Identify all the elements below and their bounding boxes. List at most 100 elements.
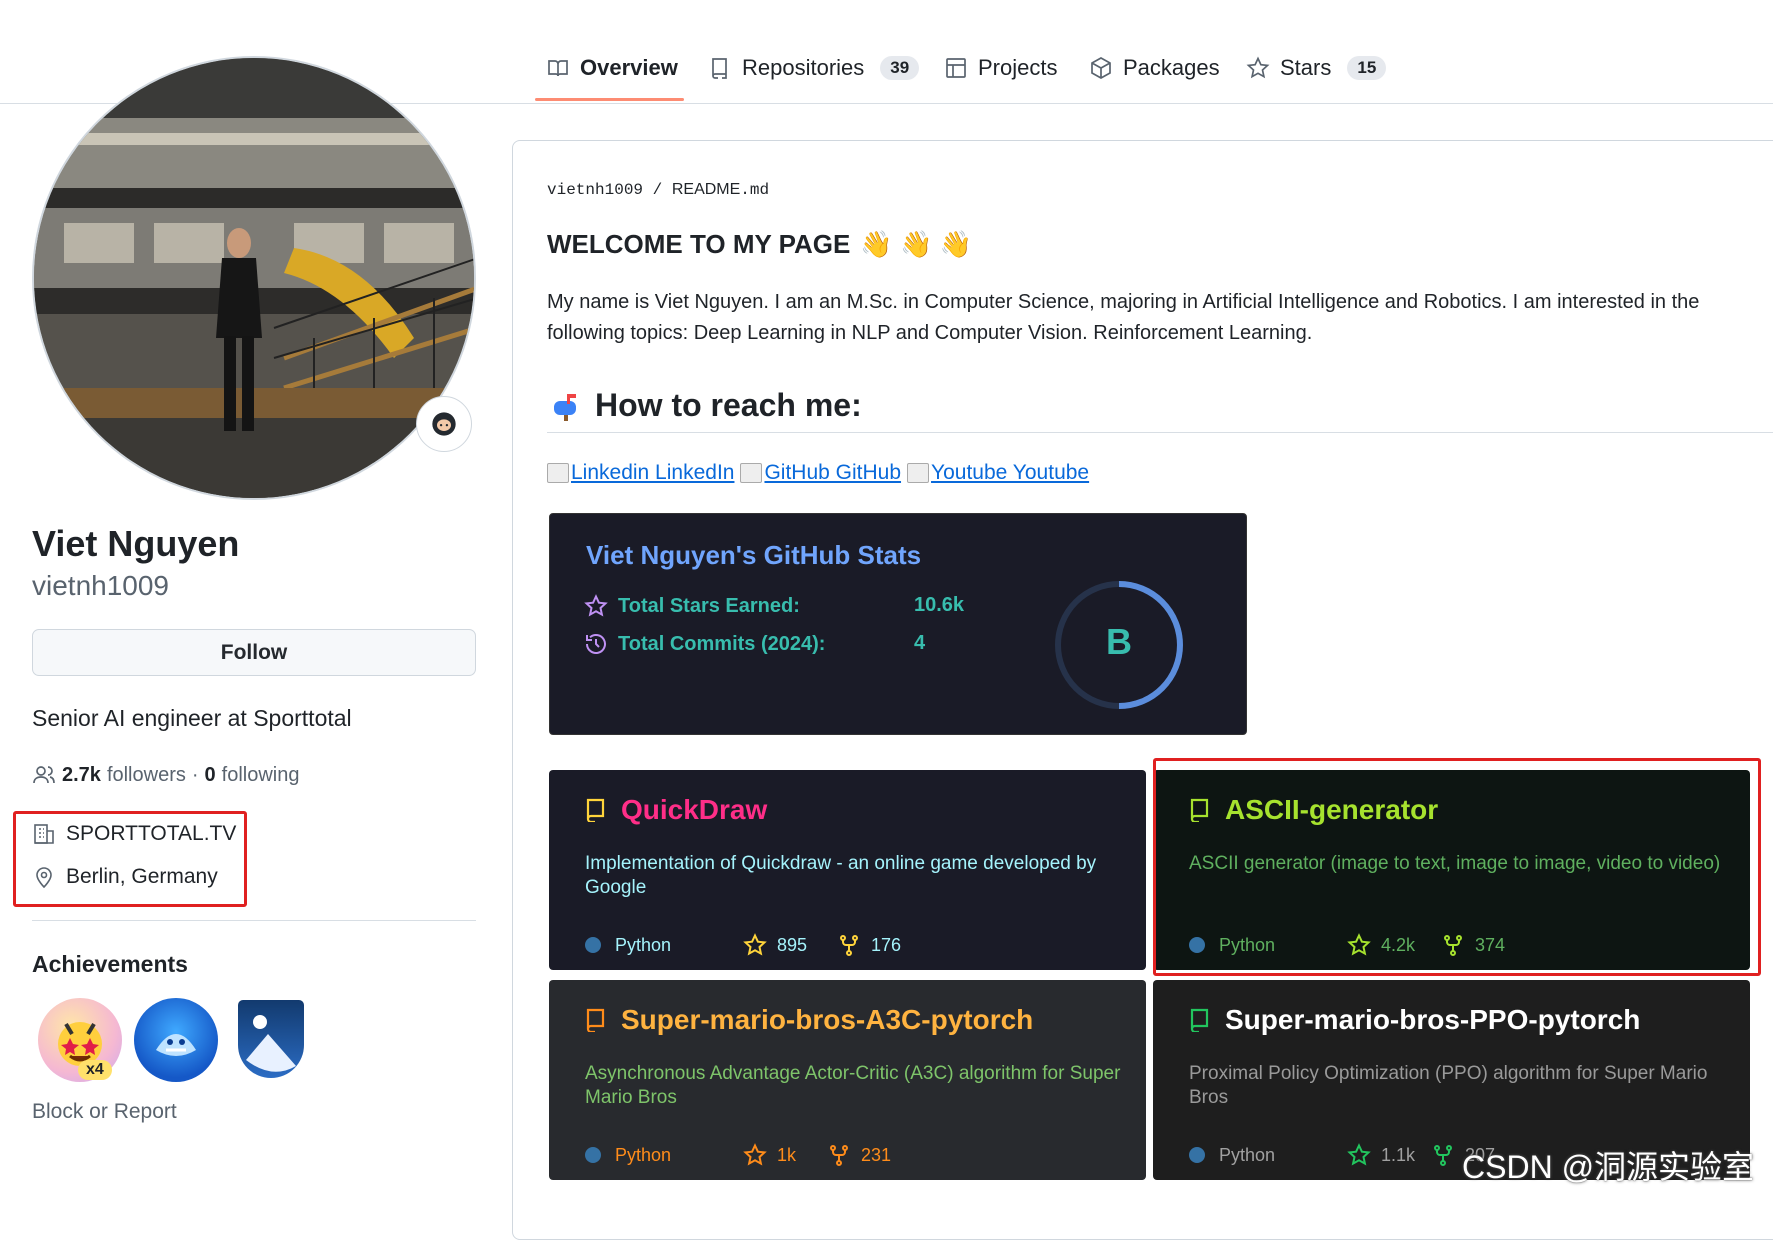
star-icon [743,933,767,956]
star-icon [743,1143,767,1166]
achievement-starstruck-badge[interactable]: x4 [38,998,122,1082]
repo-meta: Python 1k 231 [585,1143,891,1167]
repo-card-quickdraw[interactable]: QuickDraw Implementation of Quickdraw - … [549,770,1146,970]
followers-label[interactable]: followers [107,764,186,787]
reach-title: How to reach me: [595,387,862,423]
tab-repositories[interactable]: Repositories 39 [708,48,920,88]
repo-meta: Python 895 176 [585,933,901,957]
tab-label: Projects [978,55,1058,80]
broken-image-icon [740,463,763,483]
follow-button[interactable]: Follow [32,629,476,676]
repo-description: Proximal Policy Optimization (PPO) algor… [1189,1063,1708,1108]
followers-count[interactable]: 2.7k [62,764,101,787]
repo-icon [1190,1008,1209,1032]
tab-label: Repositories [742,55,865,80]
history-icon [586,634,606,654]
avatar[interactable] [32,56,476,500]
breadcrumb-ext[interactable]: .md [740,181,769,199]
breadcrumb-slash: / [652,181,663,199]
achievements-heading: Achievements [32,951,188,977]
repo-name: Super-mario-bros-PPO-pytorch [1225,1004,1641,1035]
watermark: CSDN @洞源实验室 [1462,1149,1755,1185]
tab-overview[interactable]: Overview [546,48,678,88]
divider [547,432,1773,433]
tab-label: Stars [1280,55,1332,80]
repo-language: Python [615,934,672,955]
fork-icon [840,935,858,956]
tab-label: Packages [1123,55,1220,80]
stars-row: Total Stars Earned: [584,594,800,618]
rank-ring: B [1052,578,1186,712]
link-label: Youtube Youtube [931,461,1090,484]
stars-value: 10.6k [914,594,965,616]
link-label: Linkedin LinkedIn [571,461,735,484]
commits-value: 4 [914,632,926,654]
achievement-pull-shark-badge[interactable] [134,998,218,1082]
github-link[interactable]: GitHub GitHub [740,461,901,485]
repo-name: Super-mario-bros-A3C-pytorch [621,1004,1034,1035]
profile-bio: Senior AI engineer at Sporttotal [32,705,352,731]
mountain-moon-icon [246,1015,296,1072]
mailbox-icon [554,393,576,421]
block-or-report-link[interactable]: Block or Report [32,1100,177,1124]
repo-icon [586,1008,605,1032]
profile-name: Viet Nguyen [32,523,240,564]
repo-icon [586,798,605,822]
tab-packages[interactable]: Packages [1089,48,1220,88]
repo-meta: Python 1.1k 207 [1189,1143,1495,1167]
language-dot [1189,1147,1205,1163]
repo-icon [712,58,727,79]
stars-label: Total Stars Earned: [618,594,800,617]
repo-stars: 1k [777,1144,797,1165]
repo-card-super-mario-a3c[interactable]: Super-mario-bros-A3C-pytorch Asynchronou… [549,980,1146,1180]
count-badge: 39 [880,56,920,80]
achievement-arctic-badge[interactable] [238,1000,304,1078]
reach-heading: How to reach me: [551,387,862,424]
repo-forks: 176 [871,934,902,955]
divider [32,920,476,921]
commits-row: Total Commits (2024): [584,632,825,656]
welcome-text: WELCOME TO MY PAGE [547,229,851,259]
waving-hands-emoji: 👋 👋 👋 [860,229,972,259]
shark-icon [156,1034,196,1056]
github-octocat-badge [416,396,472,452]
tab-stars[interactable]: Stars 15 [1246,48,1387,88]
red-highlight-box [13,811,247,907]
stats-title: Viet Nguyen's GitHub Stats [586,540,922,570]
people-icon [33,766,55,784]
repo-stars: 895 [777,934,808,955]
red-highlight-box [1153,758,1761,976]
social-links: Linkedin LinkedIn GitHub GitHub Youtube … [547,461,1089,485]
fork-icon [830,1145,848,1166]
tab-projects[interactable]: Projects [944,48,1057,88]
tab-label: Overview [580,55,678,80]
fork-icon [1434,1145,1452,1166]
separator: · [191,763,199,786]
repo-language: Python [615,1144,672,1165]
book-icon [548,60,568,77]
youtube-link[interactable]: Youtube Youtube [907,461,1089,485]
repo-language: Python [1219,1144,1276,1165]
breadcrumb-file[interactable]: README [672,181,740,198]
readme-heading: WELCOME TO MY PAGE 👋 👋 👋 [547,229,972,260]
repo-forks: 231 [861,1144,892,1165]
active-tab-underline [535,98,684,101]
language-dot [585,1147,601,1163]
package-icon [1091,57,1111,79]
linkedin-link[interactable]: Linkedin LinkedIn [547,461,734,485]
rank-grade: B [1106,621,1132,662]
repo-name: QuickDraw [621,794,768,825]
readme-intro: My name is Viet Nguyen. I am an M.Sc. in… [547,291,1700,344]
following-label[interactable]: following [222,764,300,787]
broken-image-icon [547,463,569,483]
breadcrumb: vietnh1009 / README.md [547,181,769,199]
repo-stars: 1.1k [1381,1144,1416,1165]
profile-login: vietnh1009 [32,570,170,601]
breadcrumb-owner[interactable]: vietnh1009 [547,181,643,199]
following-count[interactable]: 0 [205,764,216,787]
link-label: GitHub GitHub [764,461,902,484]
table-icon [946,58,966,78]
achievement-multiplier: x4 [78,1060,112,1080]
language-dot [585,937,601,953]
octocat-icon [432,412,456,436]
